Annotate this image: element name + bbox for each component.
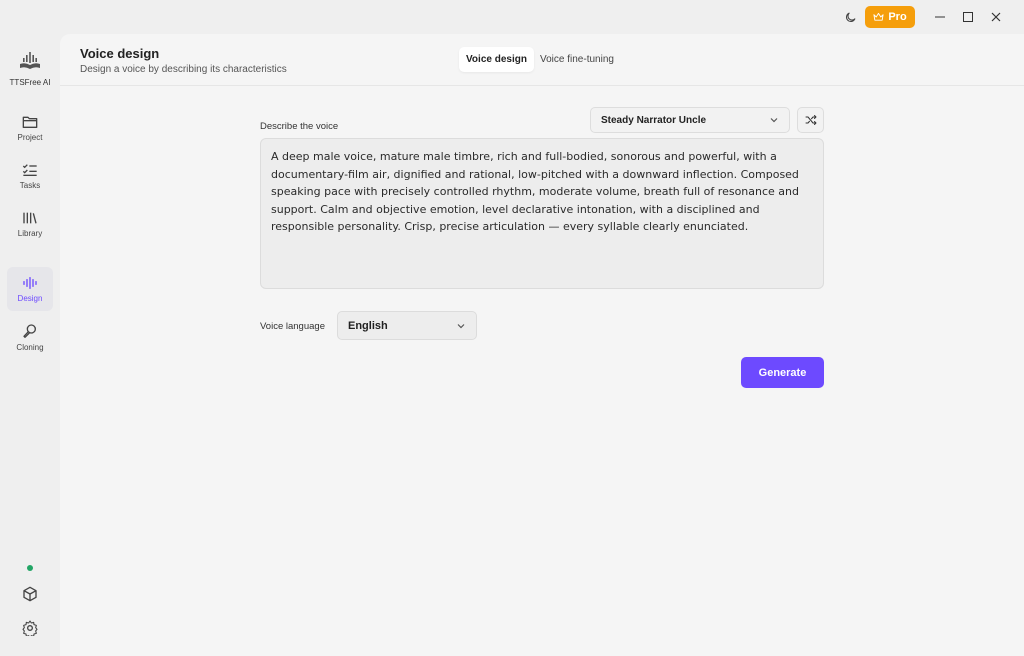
sidebar-item-design[interactable]: Design xyxy=(7,267,53,311)
sidebar-item-label: Library xyxy=(17,228,43,238)
sidebar-item-label: Project xyxy=(17,132,43,142)
app-logo: TTSFree AI xyxy=(0,50,60,87)
pro-button[interactable]: Pro xyxy=(865,6,915,28)
sidebar: TTSFree AI Project Tasks Library Design … xyxy=(0,34,60,656)
voice-language-value: English xyxy=(348,319,388,332)
tab-voice-fine-tuning[interactable]: Voice fine-tuning xyxy=(533,47,621,72)
cube-icon xyxy=(23,586,37,602)
sidebar-item-cloning[interactable]: Cloning xyxy=(7,315,53,359)
page-header: Voice design Design a voice by describin… xyxy=(60,34,1024,86)
close-button[interactable] xyxy=(988,9,1004,25)
status-dot xyxy=(27,565,33,571)
chevron-down-icon xyxy=(457,324,465,329)
sidebar-item-label: Cloning xyxy=(16,342,44,352)
chevron-down-icon xyxy=(770,118,778,123)
waveform-icon xyxy=(23,276,37,289)
library-icon xyxy=(23,212,37,224)
moon-icon xyxy=(845,12,855,22)
main-panel: Voice design Design a voice by describin… xyxy=(60,34,1024,656)
maximize-button[interactable] xyxy=(960,9,976,25)
describe-voice-label: Describe the voice xyxy=(260,121,339,132)
page-title: Voice design xyxy=(80,46,160,61)
generate-button[interactable]: Generate xyxy=(741,357,824,388)
app-name: TTSFree AI xyxy=(9,78,51,87)
tab-voice-design[interactable]: Voice design xyxy=(459,47,534,72)
package-button[interactable] xyxy=(20,584,40,604)
pro-label: Pro xyxy=(888,11,907,23)
sidebar-item-label: Design xyxy=(17,293,43,303)
voice-preset-value: Steady Narrator Uncle xyxy=(601,114,707,126)
close-icon xyxy=(991,12,1001,22)
title-bar: Pro xyxy=(0,0,1024,34)
shuffle-button[interactable] xyxy=(797,107,824,133)
minimize-icon xyxy=(935,16,945,18)
voice-language-label: Voice language xyxy=(260,321,325,332)
folder-icon xyxy=(22,116,38,128)
gear-icon xyxy=(22,620,38,636)
voice-description-input[interactable]: A deep male voice, mature male timbre, r… xyxy=(260,138,824,289)
sidebar-item-tasks[interactable]: Tasks xyxy=(7,154,53,198)
sidebar-item-project[interactable]: Project xyxy=(7,106,53,150)
voice-language-select[interactable]: English xyxy=(337,311,477,340)
maximize-icon xyxy=(963,12,973,22)
checklist-icon xyxy=(22,163,37,176)
voice-preset-select[interactable]: Steady Narrator Uncle xyxy=(590,107,790,133)
settings-button[interactable] xyxy=(20,618,40,638)
shuffle-icon xyxy=(805,115,816,125)
page-subtitle: Design a voice by describing its charact… xyxy=(80,64,287,75)
dark-mode-toggle[interactable] xyxy=(842,9,858,25)
sidebar-item-library[interactable]: Library xyxy=(7,202,53,246)
book-waveform-icon xyxy=(20,52,40,69)
sidebar-item-label: Tasks xyxy=(19,180,41,190)
crown-icon xyxy=(873,12,884,21)
minimize-button[interactable] xyxy=(932,9,948,25)
clone-icon xyxy=(23,323,36,338)
